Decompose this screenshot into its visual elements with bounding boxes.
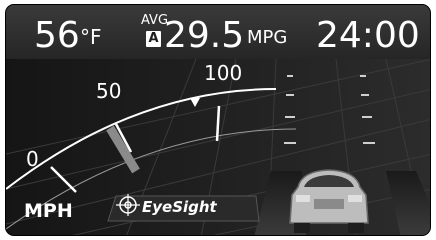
fuel-economy-value: 29.5	[164, 15, 245, 56]
eyesight-indicator: EyeSight	[106, 190, 261, 222]
tick-label-100: 100	[204, 61, 243, 85]
tick-label-50: 50	[96, 79, 122, 103]
clock: 24:00	[316, 15, 420, 56]
car-rear-icon	[289, 169, 369, 233]
fuel-economy-unit: MPG	[247, 27, 288, 48]
eyesight-label: EyeSight	[142, 198, 217, 216]
info-bar: 56 °F AVG. A 29.5 MPG 24:00	[6, 5, 430, 59]
temperature-unit: °F	[80, 25, 102, 49]
outside-temperature: 56	[34, 15, 80, 56]
avg-mode-badge: A	[146, 31, 161, 47]
tick-label-0: 0	[26, 147, 39, 171]
speed-unit-label: MPH	[24, 200, 73, 222]
display-screen: 56 °F AVG. A 29.5 MPG 24:00 0 50 100 MPH…	[5, 4, 431, 236]
